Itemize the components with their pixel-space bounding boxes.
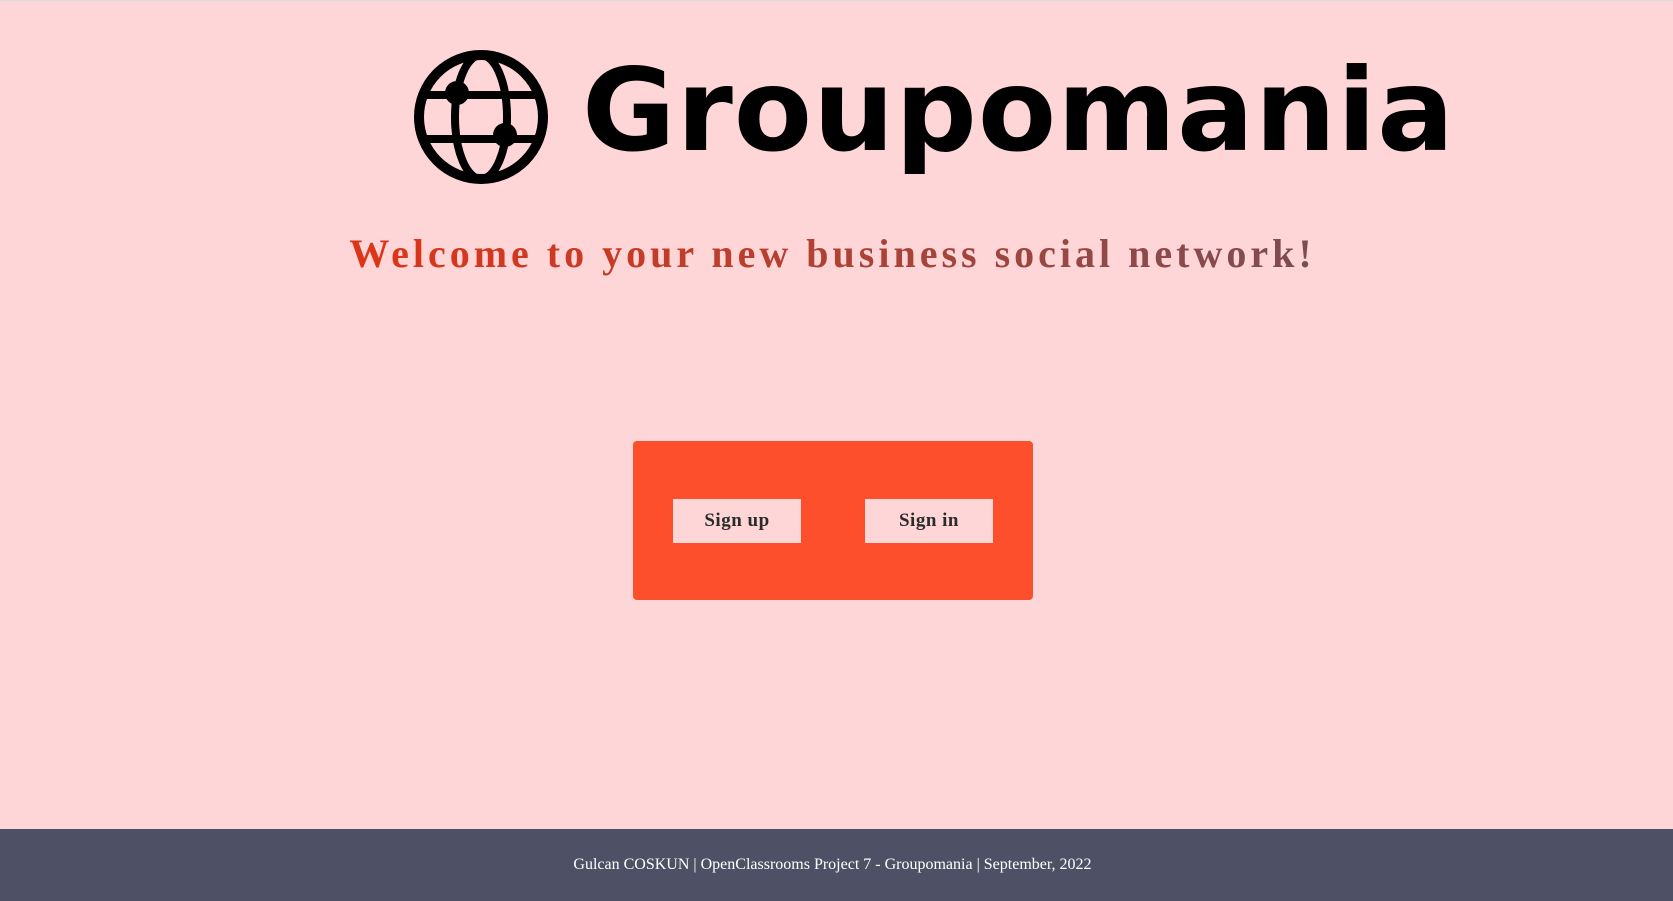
- page-footer: Gulcan COSKUN | OpenClassrooms Project 7…: [0, 829, 1673, 901]
- auth-panel: Sign up Sign in: [633, 441, 1033, 600]
- sign-in-button[interactable]: Sign in: [865, 499, 993, 543]
- footer-credits: Gulcan COSKUN | OpenClassrooms Project 7…: [573, 856, 1092, 873]
- brand-name: Groupomania: [582, 44, 1456, 177]
- top-divider: [0, 0, 1673, 1]
- welcome-tagline: Welcome to your new business social netw…: [0, 230, 1669, 277]
- brand-logo: Groupomania: [412, 48, 1455, 186]
- sign-up-button[interactable]: Sign up: [673, 499, 801, 543]
- globe-icon: [414, 50, 548, 184]
